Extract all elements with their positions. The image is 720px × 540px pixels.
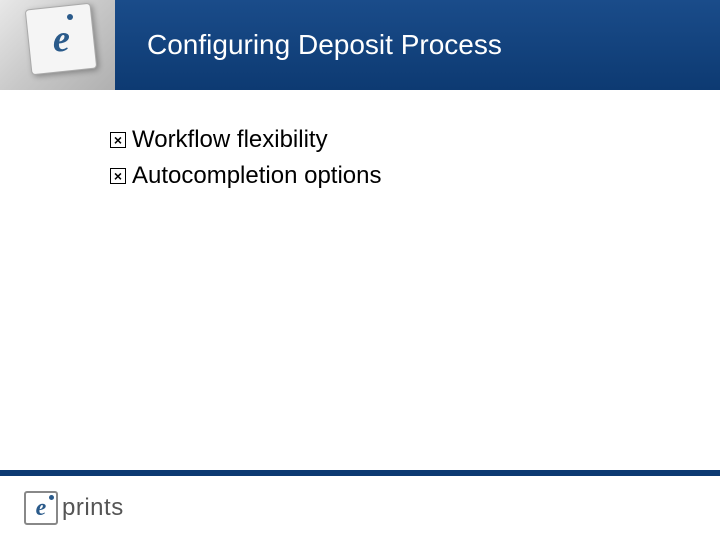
checkbox-bullet-icon: × xyxy=(110,168,126,184)
list-item: × Workflow flexibility xyxy=(110,126,720,154)
bullet-text: Autocompletion options xyxy=(132,162,382,190)
slide-footer: e prints xyxy=(0,470,720,540)
header-logo-area: e xyxy=(0,0,115,90)
slide-title: Configuring Deposit Process xyxy=(147,29,502,61)
bullet-text: Workflow flexibility xyxy=(132,126,328,154)
eprints-logo-mark: e xyxy=(24,491,58,525)
eprints-logo-text: prints xyxy=(62,494,124,522)
header-title-bar: Configuring Deposit Process xyxy=(115,0,720,90)
eprints-e-icon: e xyxy=(53,17,70,61)
eprints-logo-tile: e xyxy=(25,3,98,76)
eprints-e-icon: e xyxy=(36,495,47,522)
logo-dot-icon xyxy=(49,495,54,500)
list-item: × Autocompletion options xyxy=(110,162,720,190)
slide-content: × Workflow flexibility × Autocompletion … xyxy=(0,90,720,190)
eprints-footer-logo: e prints xyxy=(24,491,124,525)
slide-header: e Configuring Deposit Process xyxy=(0,0,720,90)
checkbox-bullet-icon: × xyxy=(110,132,126,148)
header-background: e Configuring Deposit Process xyxy=(0,0,720,90)
